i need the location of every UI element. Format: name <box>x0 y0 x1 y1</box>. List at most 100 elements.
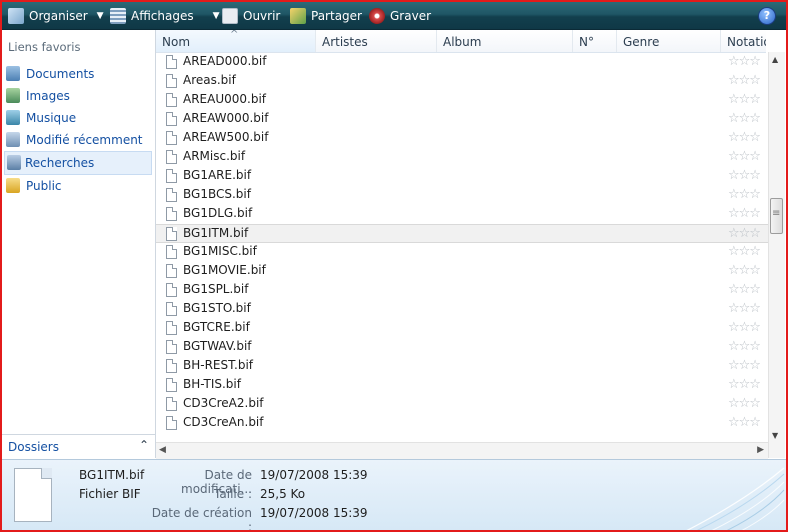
sidebar-item-label: Musique <box>26 111 77 125</box>
scroll-thumb[interactable] <box>770 198 783 234</box>
horizontal-scrollbar[interactable]: ◀ ▶ <box>156 442 768 459</box>
rating-stars[interactable]: ☆☆☆ <box>728 187 761 202</box>
open-icon <box>222 7 238 24</box>
file-icon <box>166 169 177 183</box>
file-row[interactable]: BG1DLG.bif ☆☆☆ <box>156 205 768 224</box>
file-icon <box>166 359 177 373</box>
file-row[interactable]: AREAW000.bif ☆☆☆ <box>156 110 768 129</box>
file-icon <box>166 378 177 392</box>
scroll-left-icon[interactable]: ◀ <box>159 445 166 455</box>
rating-stars[interactable]: ☆☆☆ <box>728 358 761 373</box>
vertical-scrollbar[interactable]: ▲ ▼ <box>768 52 785 458</box>
burn-disc-icon <box>369 7 385 24</box>
rating-stars[interactable]: ☆☆☆ <box>728 415 761 430</box>
file-name: BG1MISC.bif <box>183 244 257 258</box>
sidebar-item-public[interactable]: Public <box>2 175 155 197</box>
rating-stars[interactable]: ☆☆☆ <box>728 320 761 335</box>
sidebar-item-images[interactable]: Images <box>2 85 155 107</box>
column-header-notation[interactable]: Notation <box>721 30 766 52</box>
file-name: AREAU000.bif <box>183 92 267 106</box>
rating-stars[interactable]: ☆☆☆ <box>728 226 761 241</box>
file-row[interactable]: BG1MOVIE.bif ☆☆☆ <box>156 262 768 281</box>
file-name: BG1ARE.bif <box>183 168 252 182</box>
graver-button[interactable]: Graver <box>369 2 431 29</box>
sidebar-item-recherches[interactable]: Recherches <box>4 151 152 175</box>
affichages-button[interactable]: Affichages ▼ <box>110 2 220 29</box>
scroll-up-icon[interactable]: ▲ <box>772 55 778 64</box>
sidebar-item-documents[interactable]: Documents <box>2 63 155 85</box>
file-icon <box>166 131 177 145</box>
file-icon <box>166 245 177 259</box>
organiser-button[interactable]: Organiser ▼ <box>8 2 104 29</box>
ouvrir-label: Ouvrir <box>243 8 281 23</box>
file-name: AREAW000.bif <box>183 111 269 125</box>
file-icon <box>166 302 177 316</box>
file-row[interactable]: ARMisc.bif ☆☆☆ <box>156 148 768 167</box>
scroll-down-icon[interactable]: ▼ <box>772 431 778 440</box>
sidebar-item-label: Images <box>26 89 70 103</box>
file-row[interactable]: BG1ARE.bif ☆☆☆ <box>156 167 768 186</box>
rating-stars[interactable]: ☆☆☆ <box>728 377 761 392</box>
rating-stars[interactable]: ☆☆☆ <box>728 73 761 88</box>
rating-stars[interactable]: ☆☆☆ <box>728 339 761 354</box>
file-row[interactable]: BG1STO.bif ☆☆☆ <box>156 300 768 319</box>
file-icon <box>166 74 177 88</box>
rating-stars[interactable]: ☆☆☆ <box>728 244 761 259</box>
rating-stars[interactable]: ☆☆☆ <box>728 301 761 316</box>
created-label: Date de création : <box>151 506 252 531</box>
file-thumbnail-icon <box>14 468 52 522</box>
column-header-artistes[interactable]: Artistes <box>316 30 437 52</box>
file-row[interactable]: BH-TIS.bif ☆☆☆ <box>156 376 768 395</box>
sidebar-item-recent[interactable]: Modifié récemment <box>2 129 155 151</box>
file-row[interactable]: BH-REST.bif ☆☆☆ <box>156 357 768 376</box>
file-row[interactable]: BG1SPL.bif ☆☆☆ <box>156 281 768 300</box>
folders-label: Dossiers <box>8 440 59 454</box>
partager-button[interactable]: Partager <box>290 2 362 29</box>
column-header-numero[interactable]: N° <box>573 30 617 52</box>
rating-stars[interactable]: ☆☆☆ <box>728 396 761 411</box>
rating-stars[interactable]: ☆☆☆ <box>728 111 761 126</box>
rating-stars[interactable]: ☆☆☆ <box>728 263 761 278</box>
rating-stars[interactable]: ☆☆☆ <box>728 149 761 164</box>
file-row[interactable]: CD3CreAn.bif ☆☆☆ <box>156 414 768 433</box>
sort-ascending-icon: ^ <box>230 30 239 40</box>
file-row[interactable]: AREAW500.bif ☆☆☆ <box>156 129 768 148</box>
file-icon <box>166 112 177 126</box>
rating-stars[interactable]: ☆☆☆ <box>728 92 761 107</box>
file-icon <box>166 340 177 354</box>
file-icon <box>166 227 177 241</box>
file-icon <box>166 283 177 297</box>
file-name: AREAW500.bif <box>183 130 269 144</box>
sidebar-item-label: Public <box>26 179 62 193</box>
file-row[interactable]: BG1ITM.bif ☆☆☆ <box>156 224 768 243</box>
file-row[interactable]: BG1BCS.bif ☆☆☆ <box>156 186 768 205</box>
column-header-nom[interactable]: ^ Nom <box>156 30 316 52</box>
details-file-type: Fichier BIF <box>79 487 141 501</box>
folders-toggle[interactable]: Dossiers ⌃ <box>2 434 155 459</box>
help-icon[interactable]: ? <box>758 7 776 25</box>
rating-stars[interactable]: ☆☆☆ <box>728 168 761 183</box>
rating-stars[interactable]: ☆☆☆ <box>728 130 761 145</box>
file-row[interactable]: AREAU000.bif ☆☆☆ <box>156 91 768 110</box>
file-rows: AREAD000.bif ☆☆☆ Areas.bif ☆☆☆ AREAU000.bif ☆… <box>156 53 768 443</box>
rating-stars[interactable]: ☆☆☆ <box>728 206 761 221</box>
organise-icon <box>8 7 24 24</box>
rating-stars[interactable]: ☆☆☆ <box>728 282 761 297</box>
navigation-pane: Liens favoris Documents Images Musique M… <box>2 30 156 459</box>
file-icon <box>166 321 177 335</box>
file-row[interactable]: AREAD000.bif ☆☆☆ <box>156 53 768 72</box>
file-name: BG1ITM.bif <box>183 226 249 240</box>
views-icon <box>110 7 126 24</box>
scroll-right-icon[interactable]: ▶ <box>757 445 764 455</box>
file-row[interactable]: CD3CreA2.bif ☆☆☆ <box>156 395 768 414</box>
file-row[interactable]: Areas.bif ☆☆☆ <box>156 72 768 91</box>
ouvrir-button[interactable]: Ouvrir <box>222 2 280 29</box>
column-header-genre[interactable]: Genre <box>617 30 721 52</box>
file-row[interactable]: BGTCRE.bif ☆☆☆ <box>156 319 768 338</box>
sidebar-item-musique[interactable]: Musique <box>2 107 155 129</box>
file-row[interactable]: BGTWAV.bif ☆☆☆ <box>156 338 768 357</box>
file-row[interactable]: BG1MISC.bif ☆☆☆ <box>156 243 768 262</box>
rating-stars[interactable]: ☆☆☆ <box>728 54 761 69</box>
column-header-album[interactable]: Album <box>437 30 573 52</box>
column-headers: ^ Nom Artistes Album N° Genre Notation <box>156 30 766 53</box>
